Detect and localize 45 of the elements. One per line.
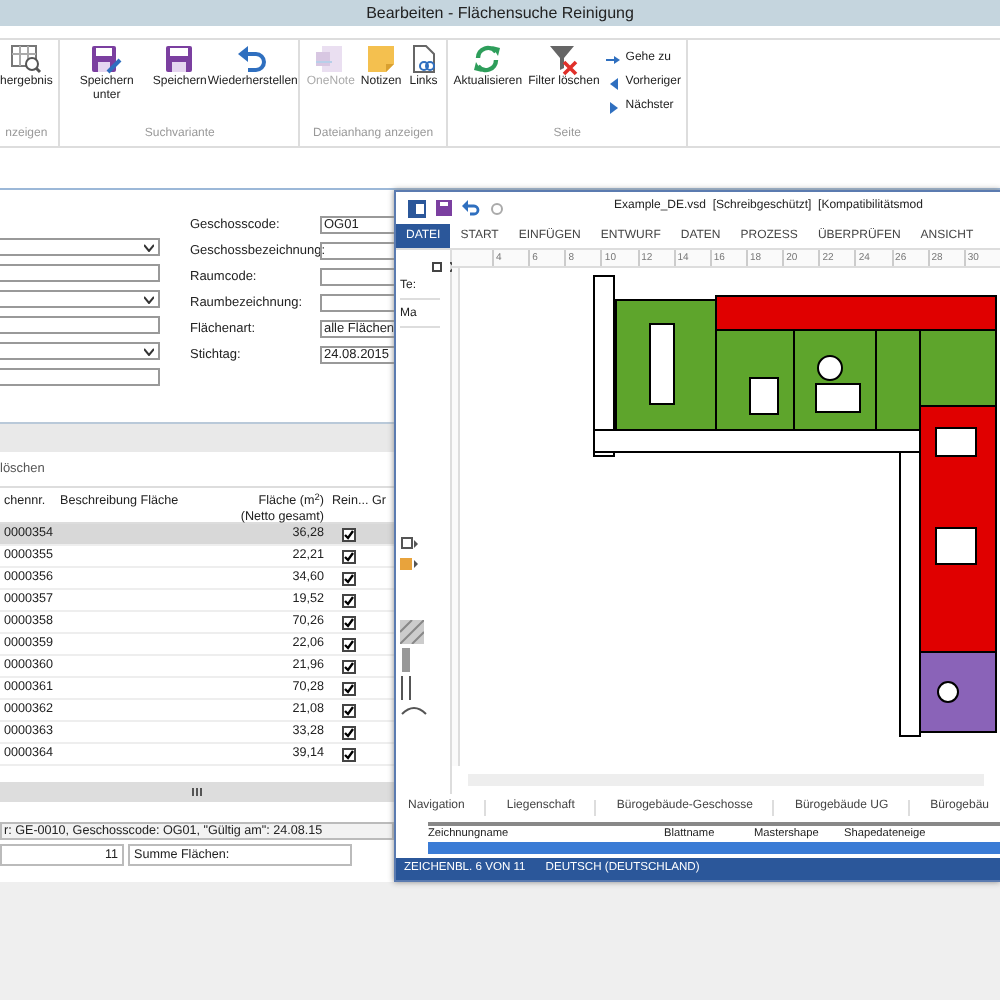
checkbox[interactable] [341, 527, 355, 541]
checkbox[interactable] [341, 681, 355, 695]
refresh-icon [471, 44, 504, 76]
filter-clear-icon [547, 44, 580, 76]
caret-icon [144, 295, 154, 303]
grid-search-icon [10, 44, 43, 76]
checkbox[interactable] [341, 703, 355, 717]
undo-arrow-icon [462, 200, 480, 216]
dropdown-field[interactable] [0, 238, 160, 256]
checkbox[interactable] [341, 615, 355, 629]
window-title: Bearbeiten - Flächensuche Reinigung [0, 0, 1000, 26]
input-field[interactable] [0, 316, 160, 334]
checkbox[interactable] [341, 549, 355, 563]
checkbox[interactable] [341, 659, 355, 673]
scrollbar[interactable] [0, 782, 394, 802]
save-as-icon [90, 44, 123, 76]
window-icon [432, 262, 442, 272]
grip-icon [192, 788, 202, 796]
checkbox[interactable] [341, 725, 355, 739]
wall-shape-icon [400, 648, 412, 673]
checkbox[interactable] [341, 637, 355, 651]
save-icon [163, 44, 196, 76]
triangle-right-icon [605, 100, 622, 116]
arrow-right-icon [605, 52, 622, 68]
undo-arrow-icon [236, 44, 269, 76]
triangle-left-icon [605, 76, 622, 92]
arc-icon [400, 704, 428, 717]
save-icon [436, 200, 452, 216]
dropdown-field[interactable] [0, 342, 160, 360]
app-logo-icon [408, 199, 426, 217]
onenote-icon [314, 44, 347, 76]
input-field[interactable] [0, 264, 160, 282]
caret-icon [144, 243, 154, 251]
double-line-icon [400, 676, 412, 701]
shape-icon [400, 536, 418, 553]
shape-icon [400, 556, 418, 573]
hatch-shape-icon [400, 620, 424, 645]
sticky-note-icon [365, 44, 398, 76]
document-link-icon [407, 44, 440, 76]
checkbox[interactable] [341, 593, 355, 607]
dropdown-field[interactable] [0, 290, 160, 308]
checkbox[interactable] [341, 747, 355, 761]
checkbox[interactable] [341, 571, 355, 585]
caret-icon [144, 347, 154, 355]
input-field[interactable] [0, 368, 160, 386]
